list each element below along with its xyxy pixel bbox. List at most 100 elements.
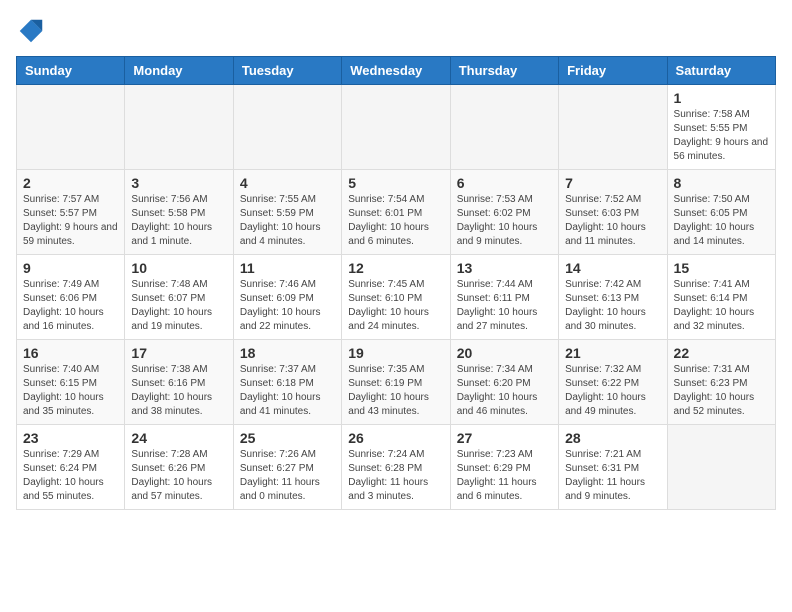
day-info: Sunrise: 7:54 AM Sunset: 6:01 PM Dayligh… [348, 193, 443, 249]
weekday-header-sunday: Sunday [17, 57, 125, 85]
day-info: Sunrise: 7:35 AM Sunset: 6:19 PM Dayligh… [348, 363, 443, 419]
calendar-day-cell: 3 Sunrise: 7:56 AM Sunset: 5:58 PM Daylig… [125, 170, 233, 255]
calendar-day-cell [125, 85, 233, 170]
day-number: 4 [240, 175, 335, 191]
calendar-day-cell: 19 Sunrise: 7:35 AM Sunset: 6:19 PM Dayli… [342, 340, 450, 425]
weekday-header-friday: Friday [559, 57, 667, 85]
calendar-day-cell: 11 Sunrise: 7:46 AM Sunset: 6:09 PM Dayli… [233, 255, 341, 340]
day-number: 28 [565, 430, 660, 446]
day-info: Sunrise: 7:24 AM Sunset: 6:28 PM Dayligh… [348, 448, 443, 504]
day-info: Sunrise: 7:49 AM Sunset: 6:06 PM Dayligh… [23, 278, 118, 334]
page-header [16, 16, 776, 46]
calendar-day-cell: 4 Sunrise: 7:55 AM Sunset: 5:59 PM Daylig… [233, 170, 341, 255]
day-info: Sunrise: 7:38 AM Sunset: 6:16 PM Dayligh… [131, 363, 226, 419]
day-number: 27 [457, 430, 552, 446]
calendar-day-cell: 2 Sunrise: 7:57 AM Sunset: 5:57 PM Daylig… [17, 170, 125, 255]
calendar-day-cell: 14 Sunrise: 7:42 AM Sunset: 6:13 PM Dayli… [559, 255, 667, 340]
calendar-day-cell: 23Sunrise: 7:29 AM Sunset: 6:24 PM Dayli… [17, 425, 125, 510]
day-info: Sunrise: 7:52 AM Sunset: 6:03 PM Dayligh… [565, 193, 660, 249]
logo-icon [16, 16, 46, 46]
calendar-day-cell: 18Sunrise: 7:37 AM Sunset: 6:18 PM Dayli… [233, 340, 341, 425]
day-info: Sunrise: 7:45 AM Sunset: 6:10 PM Dayligh… [348, 278, 443, 334]
weekday-header-wednesday: Wednesday [342, 57, 450, 85]
calendar-day-cell: 13 Sunrise: 7:44 AM Sunset: 6:11 PM Dayli… [450, 255, 558, 340]
calendar-day-cell [342, 85, 450, 170]
weekday-header-monday: Monday [125, 57, 233, 85]
day-number: 21 [565, 345, 660, 361]
calendar-table: SundayMondayTuesdayWednesdayThursdayFrid… [16, 56, 776, 510]
day-number: 25 [240, 430, 335, 446]
calendar-day-cell [667, 425, 775, 510]
calendar-day-cell: 9 Sunrise: 7:49 AM Sunset: 6:06 PM Daylig… [17, 255, 125, 340]
day-number: 22 [674, 345, 769, 361]
day-info: Sunrise: 7:32 AM Sunset: 6:22 PM Dayligh… [565, 363, 660, 419]
day-number: 11 [240, 260, 335, 276]
calendar-day-cell: 5 Sunrise: 7:54 AM Sunset: 6:01 PM Daylig… [342, 170, 450, 255]
weekday-header-saturday: Saturday [667, 57, 775, 85]
calendar-day-cell: 25 Sunrise: 7:26 AM Sunset: 6:27 PM Dayli… [233, 425, 341, 510]
logo [16, 16, 50, 46]
calendar-week-row: 9 Sunrise: 7:49 AM Sunset: 6:06 PM Daylig… [17, 255, 776, 340]
day-info: Sunrise: 7:31 AM Sunset: 6:23 PM Dayligh… [674, 363, 769, 419]
day-info: Sunrise: 7:28 AM Sunset: 6:26 PM Dayligh… [131, 448, 226, 504]
calendar-day-cell: 6 Sunrise: 7:53 AM Sunset: 6:02 PM Daylig… [450, 170, 558, 255]
day-info: Sunrise: 7:53 AM Sunset: 6:02 PM Dayligh… [457, 193, 552, 249]
day-number: 9 [23, 260, 118, 276]
calendar-day-cell: 20 Sunrise: 7:34 AM Sunset: 6:20 PM Dayli… [450, 340, 558, 425]
weekday-header-thursday: Thursday [450, 57, 558, 85]
day-number: 18 [240, 345, 335, 361]
day-info: Sunrise: 7:23 AM Sunset: 6:29 PM Dayligh… [457, 448, 552, 504]
weekday-header-tuesday: Tuesday [233, 57, 341, 85]
day-number: 13 [457, 260, 552, 276]
weekday-header-row: SundayMondayTuesdayWednesdayThursdayFrid… [17, 57, 776, 85]
day-info: Sunrise: 7:50 AM Sunset: 6:05 PM Dayligh… [674, 193, 769, 249]
day-info: Sunrise: 7:40 AM Sunset: 6:15 PM Dayligh… [23, 363, 118, 419]
day-info: Sunrise: 7:26 AM Sunset: 6:27 PM Dayligh… [240, 448, 335, 504]
calendar-day-cell [559, 85, 667, 170]
day-number: 5 [348, 175, 443, 191]
calendar-week-row: 16Sunrise: 7:40 AM Sunset: 6:15 PM Dayli… [17, 340, 776, 425]
calendar-week-row: 2 Sunrise: 7:57 AM Sunset: 5:57 PM Daylig… [17, 170, 776, 255]
calendar-day-cell: 1 Sunrise: 7:58 AM Sunset: 5:55 PM Daylig… [667, 85, 775, 170]
day-number: 6 [457, 175, 552, 191]
day-info: Sunrise: 7:46 AM Sunset: 6:09 PM Dayligh… [240, 278, 335, 334]
calendar-day-cell: 17 Sunrise: 7:38 AM Sunset: 6:16 PM Dayli… [125, 340, 233, 425]
day-number: 1 [674, 90, 769, 106]
day-number: 23 [23, 430, 118, 446]
calendar-day-cell [450, 85, 558, 170]
calendar-day-cell: 8Sunrise: 7:50 AM Sunset: 6:05 PM Daylig… [667, 170, 775, 255]
day-number: 10 [131, 260, 226, 276]
calendar-day-cell: 22 Sunrise: 7:31 AM Sunset: 6:23 PM Dayli… [667, 340, 775, 425]
calendar-day-cell [17, 85, 125, 170]
day-number: 26 [348, 430, 443, 446]
calendar-day-cell: 7 Sunrise: 7:52 AM Sunset: 6:03 PM Daylig… [559, 170, 667, 255]
calendar-day-cell: 16Sunrise: 7:40 AM Sunset: 6:15 PM Dayli… [17, 340, 125, 425]
calendar-day-cell: 21 Sunrise: 7:32 AM Sunset: 6:22 PM Dayli… [559, 340, 667, 425]
day-info: Sunrise: 7:58 AM Sunset: 5:55 PM Dayligh… [674, 108, 769, 164]
calendar-week-row: 1 Sunrise: 7:58 AM Sunset: 5:55 PM Daylig… [17, 85, 776, 170]
calendar-day-cell: 10Sunrise: 7:48 AM Sunset: 6:07 PM Dayli… [125, 255, 233, 340]
calendar-day-cell [233, 85, 341, 170]
day-number: 3 [131, 175, 226, 191]
day-info: Sunrise: 7:34 AM Sunset: 6:20 PM Dayligh… [457, 363, 552, 419]
day-info: Sunrise: 7:42 AM Sunset: 6:13 PM Dayligh… [565, 278, 660, 334]
day-number: 7 [565, 175, 660, 191]
day-number: 14 [565, 260, 660, 276]
day-info: Sunrise: 7:44 AM Sunset: 6:11 PM Dayligh… [457, 278, 552, 334]
day-number: 12 [348, 260, 443, 276]
calendar-day-cell: 15Sunrise: 7:41 AM Sunset: 6:14 PM Dayli… [667, 255, 775, 340]
calendar-day-cell: 28 Sunrise: 7:21 AM Sunset: 6:31 PM Dayli… [559, 425, 667, 510]
calendar-week-row: 23Sunrise: 7:29 AM Sunset: 6:24 PM Dayli… [17, 425, 776, 510]
day-number: 19 [348, 345, 443, 361]
calendar-day-cell: 26 Sunrise: 7:24 AM Sunset: 6:28 PM Dayli… [342, 425, 450, 510]
day-info: Sunrise: 7:21 AM Sunset: 6:31 PM Dayligh… [565, 448, 660, 504]
day-number: 2 [23, 175, 118, 191]
day-info: Sunrise: 7:55 AM Sunset: 5:59 PM Dayligh… [240, 193, 335, 249]
day-info: Sunrise: 7:57 AM Sunset: 5:57 PM Dayligh… [23, 193, 118, 249]
day-number: 20 [457, 345, 552, 361]
day-number: 17 [131, 345, 226, 361]
day-info: Sunrise: 7:41 AM Sunset: 6:14 PM Dayligh… [674, 278, 769, 334]
day-number: 24 [131, 430, 226, 446]
day-info: Sunrise: 7:56 AM Sunset: 5:58 PM Dayligh… [131, 193, 226, 249]
calendar-day-cell: 12 Sunrise: 7:45 AM Sunset: 6:10 PM Dayli… [342, 255, 450, 340]
